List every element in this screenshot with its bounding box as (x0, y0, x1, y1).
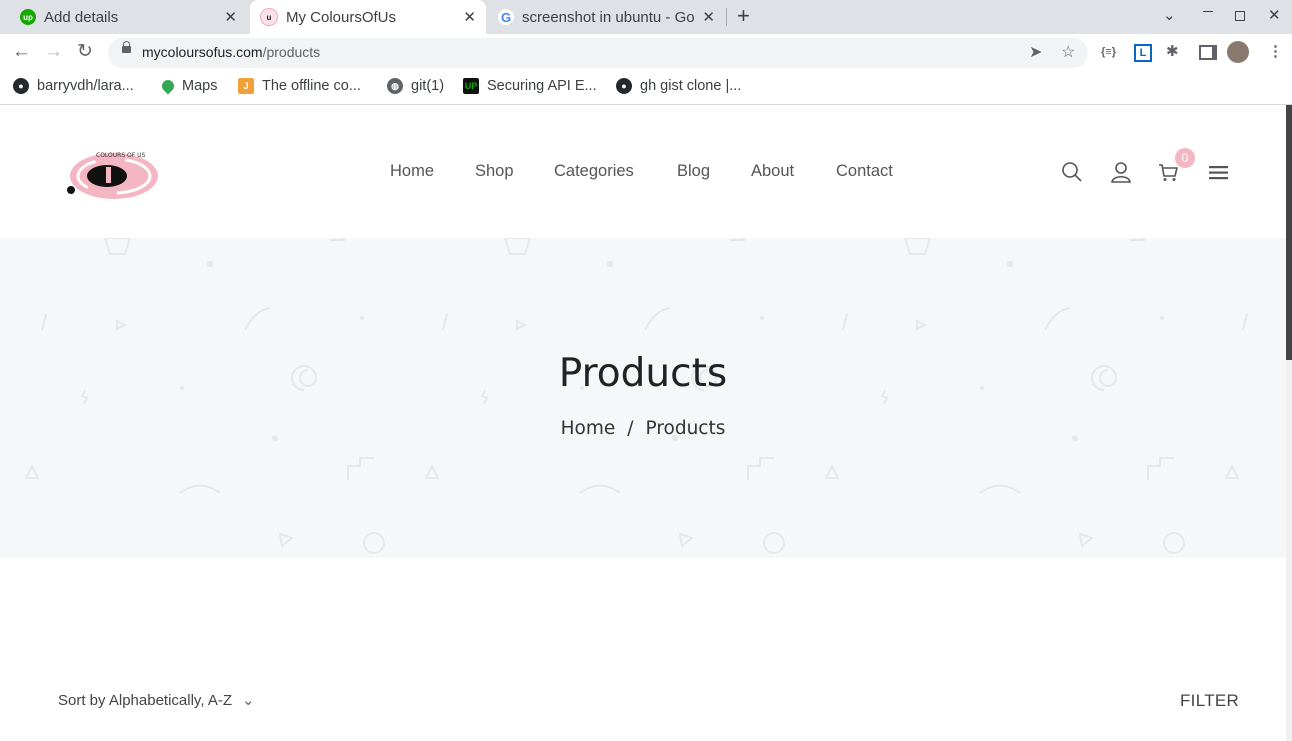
breadcrumb-separator: / (627, 418, 634, 439)
search-icon[interactable] (1061, 161, 1083, 183)
linkedin-extension-icon[interactable]: L (1134, 44, 1152, 62)
json-extension-icon[interactable]: {≡} (1101, 46, 1116, 58)
back-icon[interactable]: ← (12, 42, 31, 62)
sort-label: Sort by (58, 692, 106, 709)
chevron-down-icon: ⌄ (242, 692, 255, 709)
url-path: /products (262, 44, 321, 60)
bookmarks-bar: ● barryvdh/lara... Maps J The offline co..… (0, 72, 1292, 105)
tab-google-search[interactable]: G screenshot in ubuntu - Go ✕ (490, 0, 723, 34)
bookmark-item[interactable]: ● gh gist clone |... (616, 78, 741, 94)
profile-avatar[interactable] (1227, 41, 1249, 63)
page-scrollbar-thumb[interactable] (1286, 105, 1292, 360)
cart-icon[interactable] (1158, 164, 1178, 182)
bookmark-item[interactable]: ● barryvdh/lara... (13, 78, 134, 94)
nav-home[interactable]: Home (390, 162, 434, 181)
bookmark-item[interactable]: J The offline co... (238, 78, 361, 94)
bookmark-item[interactable]: ◍ git(1) (387, 78, 444, 94)
tab-my-coloursofus[interactable]: u My ColoursOfUs ✕ (250, 0, 486, 34)
more-menu-icon[interactable]: ⋮ (1268, 42, 1283, 60)
nav-contact[interactable]: Contact (836, 162, 893, 181)
hamburger-menu-icon[interactable] (1209, 165, 1228, 180)
upwork-icon: up (20, 9, 36, 25)
hero-background-pattern (24, 238, 1248, 554)
coloursofus-icon: u (260, 8, 278, 26)
bookmark-label: gh gist clone |... (640, 78, 742, 94)
bookmark-label: The offline co... (262, 78, 361, 94)
side-panel-icon[interactable] (1199, 45, 1217, 60)
google-icon: G (498, 9, 514, 25)
tab-title: My ColoursOfUs (286, 8, 397, 26)
minimize-icon[interactable] (1203, 10, 1213, 12)
url-text[interactable]: mycoloursofus.com/products (142, 44, 320, 60)
github-icon: ● (13, 78, 29, 94)
restore-icon[interactable] (1235, 11, 1245, 21)
upwork-square-icon: UP (463, 78, 479, 94)
close-icon[interactable]: ✕ (702, 8, 715, 26)
logo-text: COLOURS OF US (96, 152, 146, 159)
bookmark-item[interactable]: UP Securing API E... (463, 78, 597, 94)
sort-dropdown[interactable]: Sort by Alphabetically, A-Z ⌄ (58, 691, 255, 709)
url-host: mycoloursofus.com (142, 44, 263, 60)
close-icon[interactable]: ✕ (463, 8, 476, 26)
nav-about[interactable]: About (751, 162, 794, 181)
tab-add-details[interactable]: up Add details ✕ (12, 0, 245, 34)
tab-title: screenshot in ubuntu - Go (522, 8, 695, 26)
filter-button[interactable]: FILTER (1180, 691, 1239, 711)
j-icon: J (238, 78, 254, 94)
page-title: Products (558, 351, 728, 396)
tab-strip: up Add details ✕ u My ColoursOfUs ✕ G sc… (0, 0, 1292, 34)
bookmark-label: git(1) (411, 78, 445, 94)
tab-title: Add details (44, 8, 119, 26)
forward-icon[interactable]: → (44, 42, 63, 62)
cart-count-badge: 0 (1175, 148, 1195, 168)
breadcrumb-current: Products (645, 418, 726, 439)
extensions-puzzle-icon[interactable]: ✱ (1166, 42, 1179, 60)
site-logo[interactable]: COLOURS OF US (62, 145, 162, 205)
tab-search-icon[interactable]: ⌄ (1163, 6, 1176, 24)
send-to-devices-icon[interactable]: ➤ (1029, 42, 1042, 62)
bookmark-label: Securing API E... (487, 78, 597, 94)
breadcrumb: Home / Products (0, 418, 1286, 439)
bookmark-label: Maps (182, 78, 218, 94)
globe-icon: ◍ (387, 78, 403, 94)
bookmark-star-icon[interactable]: ☆ (1061, 42, 1075, 62)
github-icon: ● (616, 78, 632, 94)
window-close-icon[interactable]: ✕ (1268, 6, 1281, 24)
nav-blog[interactable]: Blog (677, 162, 710, 181)
nav-shop[interactable]: Shop (475, 162, 514, 181)
address-bar[interactable]: mycoloursofus.com/products ➤ ☆ (108, 38, 1088, 68)
bookmark-label: barryvdh/lara... (37, 78, 134, 94)
sort-value: Alphabetically, A-Z (108, 692, 232, 709)
close-icon[interactable]: ✕ (224, 8, 237, 26)
nav-categories[interactable]: Categories (554, 162, 634, 181)
tab-divider (726, 8, 727, 26)
lock-icon (122, 41, 131, 53)
browser-toolbar: ← → ↻ mycoloursofus.com/products ➤ ☆ (0, 34, 1292, 72)
new-tab-button[interactable]: + (737, 4, 750, 28)
reload-icon[interactable]: ↻ (77, 42, 93, 62)
user-account-icon[interactable] (1110, 161, 1132, 183)
maps-pin-icon (159, 77, 177, 95)
breadcrumb-home-link[interactable]: Home (561, 418, 616, 439)
page-content: COLOURS OF US Home Shop Categories Blog … (0, 105, 1286, 741)
bookmark-item[interactable]: Maps (159, 77, 218, 95)
page-hero-banner: Products Home / Products (0, 238, 1286, 558)
